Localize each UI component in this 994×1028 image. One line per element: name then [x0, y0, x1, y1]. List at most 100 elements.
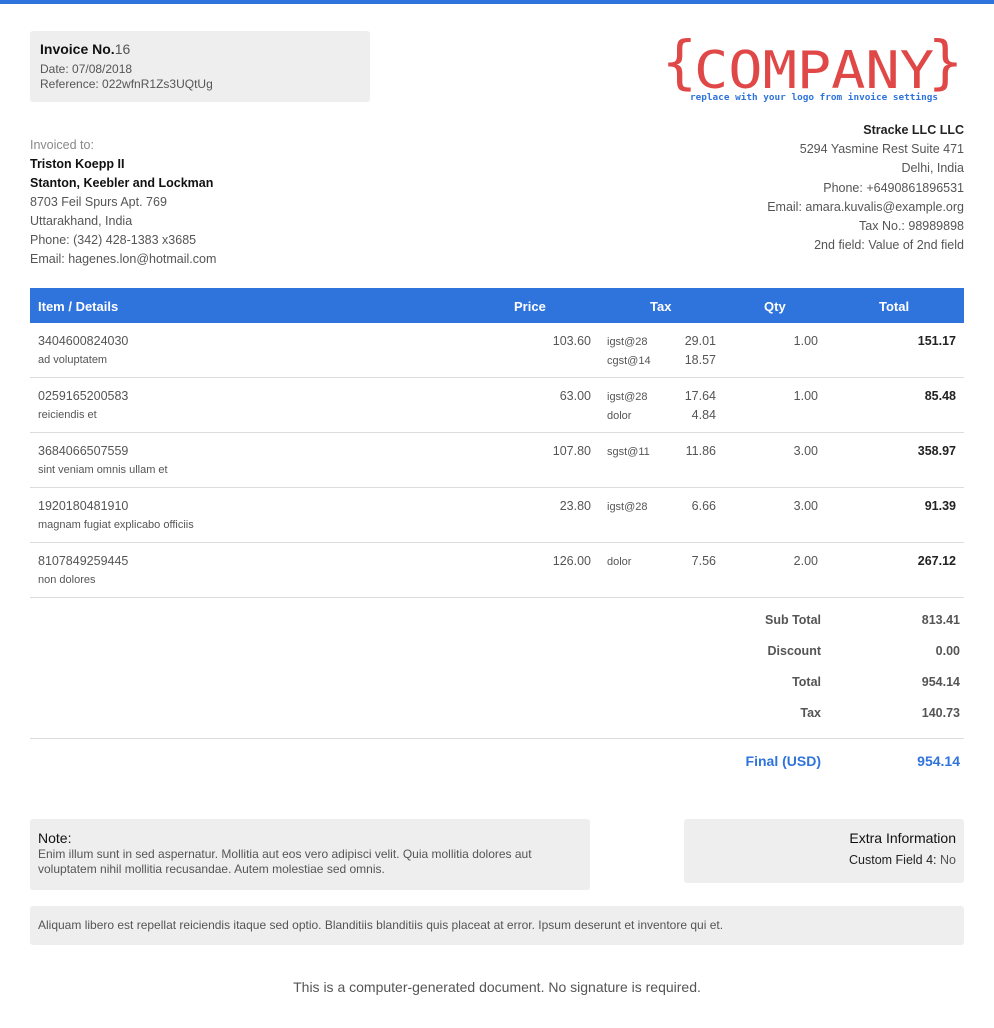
client-phone: Phone: (342) 428-1383 x3685: [30, 233, 197, 247]
item-tax-amount: 18.57: [684, 353, 716, 367]
item-tax-amount: 6.66: [691, 499, 716, 513]
seller-address: Stracke LLC LLC 5294 Yasmine Rest Suite …: [604, 121, 964, 255]
item-tax-name: igst@28: [607, 391, 648, 403]
header-item: Item / Details: [38, 299, 119, 314]
seller-name: Stracke LLC LLC: [863, 123, 964, 137]
table-header: Item / Details Price Tax Qty Total: [30, 288, 964, 323]
subtotal-row: Sub Total 813.41: [30, 598, 964, 629]
seller-address-line2: Delhi, India: [901, 161, 964, 176]
tax-row: Tax 140.73: [30, 691, 964, 722]
item-price: 126.00: [552, 554, 591, 568]
client-company: Stanton, Keebler and Lockman: [30, 176, 214, 190]
item-description: sint veniam omnis ullam et: [38, 464, 168, 476]
logo-brace-close: }: [928, 30, 963, 96]
logo-brace-open: {: [662, 30, 697, 96]
item-tax-amount: 7.56: [691, 554, 716, 568]
note-body: Enim illum sunt in sed aspernatur. Molli…: [38, 847, 532, 876]
item-tax-name: sgst@11: [607, 446, 650, 458]
item-tax-amount: 17.64: [684, 389, 716, 403]
client-address-line2: Uttarakhand, India: [30, 214, 133, 228]
client-address-line1: 8703 Feil Spurs Apt. 769: [30, 195, 167, 209]
note-box: Note: Enim illum sunt in sed aspernatur.…: [30, 819, 590, 890]
custom-field-label: Custom Field 4:: [849, 853, 937, 867]
subtotal-label: Sub Total: [764, 613, 821, 627]
invoiced-to-label: Invoiced to:: [30, 138, 94, 152]
table-row: 8107849259445 non dolores 126.00 dolor 7.56 2…: [30, 543, 964, 598]
invoice-reference: Reference: 022wfnR1Zs3UQtUg: [40, 77, 213, 91]
header-price: Price: [514, 299, 546, 314]
terms-box: Aliquam libero est repellat reiciendis i…: [30, 906, 964, 945]
item-description: non dolores: [38, 574, 96, 586]
footer-text: This is a computer-generated document. N…: [293, 979, 701, 995]
item-code: 8107849259445: [38, 554, 129, 568]
seller-tax-no: Tax No.: 98989898: [859, 219, 964, 234]
company-logo: { COMPANY } replace with your logo from …: [662, 30, 963, 103]
item-total: 85.48: [924, 389, 956, 403]
item-tax-amount: 11.86: [685, 444, 716, 458]
custom-field-4: Custom Field 4: No: [692, 853, 956, 867]
item-description: reiciendis et: [38, 409, 97, 421]
item-price: 107.80: [552, 444, 591, 458]
total-label: Total: [792, 675, 821, 689]
seller-field2: 2nd field: Value of 2nd field: [814, 238, 964, 253]
table-row: 3684066507559 sint veniam omnis ullam et 1…: [30, 433, 964, 488]
note-title: Note:: [38, 830, 72, 846]
item-price: 103.60: [552, 334, 591, 348]
item-description: ad voluptatem: [38, 354, 108, 366]
item-price: 23.80: [559, 499, 591, 513]
tax-value: 140.73: [921, 706, 960, 720]
item-tax-amount: 4.84: [691, 408, 716, 422]
table-row: 0259165200583 reiciendis et 63.00 igst@28 17…: [30, 378, 964, 433]
item-total: 151.17: [917, 334, 956, 348]
item-description: magnam fugiat explicabo officiis: [38, 519, 194, 531]
header-tax: Tax: [650, 299, 672, 314]
seller-phone: Phone: +6490861896531: [823, 180, 964, 195]
discount-row: Discount 0.00: [30, 629, 964, 660]
total-row: Total 954.14: [30, 660, 964, 691]
custom-field-value: No: [940, 853, 956, 867]
extra-info-box: Extra Information Custom Field 4: No: [684, 819, 964, 883]
item-code: 3404600824030: [38, 334, 129, 348]
final-row: Final (USD) 954.14: [30, 753, 964, 773]
item-tax-name: igst@28: [607, 501, 648, 513]
item-tax-name: cgst@14: [607, 355, 651, 367]
final-label: Final (USD): [745, 753, 821, 769]
logo-subtitle: replace with your logo from invoice sett…: [690, 92, 938, 103]
item-tax-name: dolor: [607, 410, 632, 422]
table-row: 1920180481910 magnam fugiat explicabo off…: [30, 488, 964, 543]
item-code: 0259165200583: [38, 389, 129, 403]
item-total: 91.39: [924, 499, 956, 513]
item-qty: 2.00: [793, 554, 818, 568]
item-qty: 3.00: [793, 499, 818, 513]
billing-address: Invoiced to: Triston Koepp II Stanton, K…: [30, 136, 350, 269]
header-qty: Qty: [764, 299, 786, 314]
subtotal-value: 813.41: [921, 613, 960, 627]
invoice-number: 16: [114, 41, 131, 57]
totals-section: Sub Total 813.41 Discount 0.00 Total 954…: [30, 598, 964, 769]
discount-label: Discount: [767, 644, 821, 658]
item-total: 267.12: [917, 554, 956, 568]
extra-info-title: Extra Information: [849, 830, 956, 846]
item-code: 3684066507559: [38, 444, 129, 458]
table-row: 3404600824030 ad voluptatem 103.60 igst@28 2…: [30, 323, 964, 378]
item-tax-name: igst@28: [607, 336, 648, 348]
item-total: 358.97: [917, 444, 956, 458]
item-tax-name: dolor: [607, 556, 632, 568]
total-value: 954.14: [921, 675, 960, 689]
seller-address-line1: 5294 Yasmine Rest Suite 471: [799, 142, 964, 157]
invoice-date: Date: 07/08/2018: [40, 62, 133, 76]
final-value: 954.14: [917, 753, 960, 769]
seller-email: Email: amara.kuvalis@example.org: [767, 199, 964, 214]
item-code: 1920180481910: [38, 499, 129, 513]
top-accent-bar: [0, 0, 994, 4]
client-name: Triston Koepp II: [30, 157, 125, 171]
item-price: 63.00: [559, 389, 591, 403]
client-email: Email: hagenes.lon@hotmail.com: [30, 252, 217, 266]
logo-text: COMPANY: [694, 41, 934, 101]
item-qty: 1.00: [793, 334, 818, 348]
item-tax-amount: 29.01: [684, 334, 716, 348]
invoice-info-box: Invoice No.16 Date: 07/08/2018 Reference…: [30, 31, 370, 102]
discount-value: 0.00: [935, 644, 960, 658]
invoice-title: Invoice No.16: [40, 41, 131, 57]
totals-divider: [30, 738, 964, 739]
